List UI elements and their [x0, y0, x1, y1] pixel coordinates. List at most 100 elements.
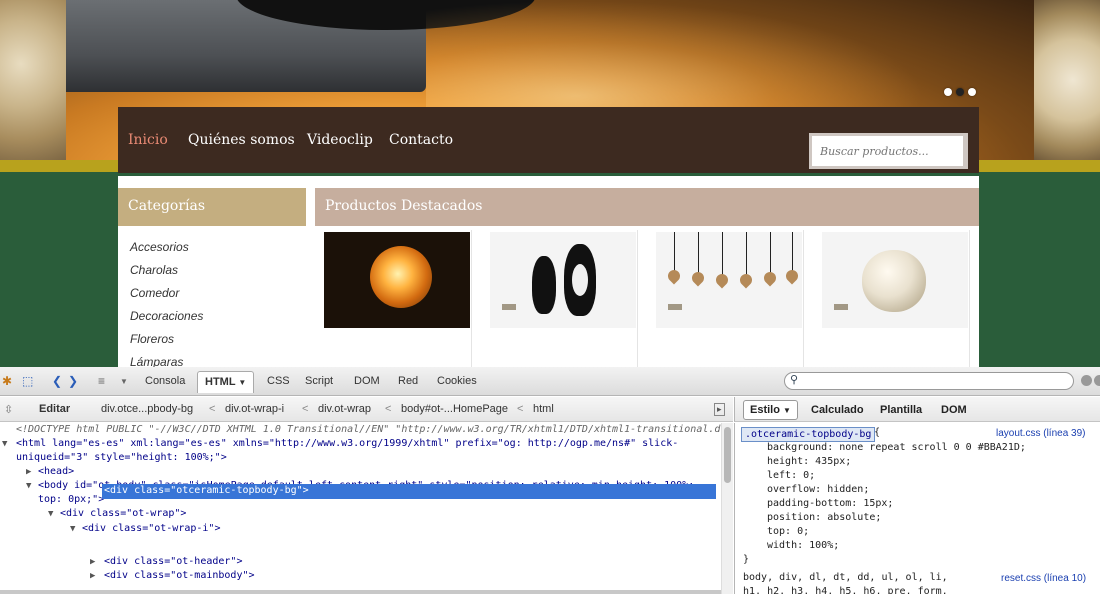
breadcrumb-item[interactable]: body#ot-...HomePage: [401, 403, 508, 415]
side-panel-toggle-icon[interactable]: ▸: [714, 403, 725, 416]
tab-dom-side[interactable]: DOM: [941, 404, 967, 416]
breadcrumb-item[interactable]: div.ot-wrap-i: [225, 403, 284, 415]
selected-node-row[interactable]: ▶ <div class="otceramic-topbody-bg">: [88, 484, 716, 499]
edit-button[interactable]: Editar: [39, 403, 70, 415]
category-item[interactable]: Comedor: [130, 286, 203, 309]
brand-logo-icon: [834, 304, 848, 310]
toggle-expanded-icon[interactable]: ▼: [70, 522, 75, 536]
toggle-expanded-icon[interactable]: ▼: [2, 437, 7, 451]
tab-calculado[interactable]: Calculado: [811, 404, 864, 416]
forward-arrow-icon[interactable]: ❯: [68, 374, 78, 388]
css-source-link[interactable]: reset.css (línea 10): [1001, 573, 1086, 584]
toggle-collapsed-icon[interactable]: ▶: [90, 569, 95, 583]
slider-dot-2[interactable]: [956, 88, 964, 96]
breadcrumb-item[interactable]: div.otce...pbody-bg: [101, 403, 193, 415]
search-icon: ⚲: [790, 374, 799, 386]
slider-dot-3[interactable]: [968, 88, 976, 96]
css-selector-reset-cont[interactable]: h1, h2, h3, h4, h5, h6, pre, form,: [743, 585, 948, 594]
style-panel-toolbar: Estilo ▼ Calculado Plantilla DOM: [734, 397, 1100, 422]
doctype-line: <!DOCTYPE html PUBLIC "-//W3C//DTD XHTML…: [16, 424, 721, 435]
css-property[interactable]: width: 100%;: [767, 539, 839, 553]
breadcrumb-sep: <: [209, 403, 216, 415]
tab-dom[interactable]: DOM: [354, 375, 380, 387]
html-node-line-cont[interactable]: uniqueid="3" style="height: 100%;">: [16, 451, 227, 465]
breadcrumb-item[interactable]: div.ot-wrap: [318, 403, 371, 415]
wrap-i-node-line[interactable]: <div class="ot-wrap-i">: [82, 522, 220, 536]
cord: [674, 232, 675, 272]
category-item[interactable]: Lámparas: [130, 355, 203, 367]
nav-quienes-somos[interactable]: Quiénes somos: [188, 132, 295, 148]
wrap-node-line[interactable]: <div class="ot-wrap">: [60, 507, 186, 521]
minimize-icon[interactable]: [1081, 375, 1092, 386]
topbody-node-line[interactable]: <div class="otceramic-topbody-bg">: [104, 484, 309, 498]
category-item[interactable]: Decoraciones: [130, 309, 203, 332]
tab-css[interactable]: CSS: [267, 375, 290, 387]
breadcrumb-item[interactable]: html: [533, 403, 554, 415]
heart-pendant-icon: [665, 267, 683, 285]
breadcrumb-sep: <: [302, 403, 309, 415]
html-panel-toolbar: ⇳ Editar div.otce...pbody-bg < div.ot-wr…: [0, 397, 733, 422]
featured-products-heading: Productos Destacados: [315, 188, 979, 226]
product-card[interactable]: [818, 230, 970, 367]
mainbody-node-line[interactable]: <div class="ot-mainbody">: [104, 569, 255, 583]
css-property[interactable]: position: absolute;: [767, 511, 881, 525]
toggle-collapsed-icon[interactable]: ▶: [90, 555, 95, 569]
product-image-necklaces[interactable]: [656, 232, 802, 328]
inspect-element-icon[interactable]: ⬚: [22, 374, 33, 388]
toggle-expanded-icon[interactable]: ▼: [26, 479, 31, 493]
expand-toggle-icon[interactable]: ⇳: [4, 403, 13, 416]
category-item[interactable]: Accesorios: [130, 240, 203, 263]
product-card[interactable]: [486, 230, 638, 367]
product-card[interactable]: [652, 230, 804, 367]
tab-consola[interactable]: Consola: [145, 375, 185, 387]
html-vertical-scrollbar[interactable]: [721, 423, 733, 594]
scrollbar-thumb[interactable]: [724, 427, 731, 483]
product-image-lamp[interactable]: [324, 232, 470, 328]
slider-dot-1[interactable]: [944, 88, 952, 96]
css-property[interactable]: padding-bottom: 15px;: [767, 497, 893, 511]
categories-heading: Categorías: [118, 188, 306, 226]
breadcrumb-sep: <: [517, 403, 524, 415]
tab-cookies[interactable]: Cookies: [437, 375, 477, 387]
css-property[interactable]: left: 0;: [767, 469, 815, 483]
toggle-expanded-icon[interactable]: ▼: [48, 507, 53, 521]
cord: [698, 232, 699, 274]
chevron-down-icon: ▼: [238, 378, 247, 387]
css-property[interactable]: height: 435px;: [767, 455, 851, 469]
menu-lines-icon[interactable]: ≡: [98, 374, 105, 388]
tab-red[interactable]: Red: [398, 375, 418, 387]
tab-plantilla[interactable]: Plantilla: [880, 404, 922, 416]
toggle-collapsed-icon[interactable]: ▶: [26, 465, 31, 479]
firebug-devtools: ✱ ⬚ ❮ ❯ ≡ ▼ Consola HTML ▼ CSS Script DO…: [0, 367, 1100, 594]
head-node-line[interactable]: <head>: [38, 465, 74, 479]
product-search-input[interactable]: [812, 136, 963, 166]
css-property[interactable]: background: none repeat scroll 0 0 #BBA2…: [767, 441, 1026, 455]
brand-logo-icon: [668, 304, 682, 310]
tab-script[interactable]: Script: [305, 375, 333, 387]
product-image-apple[interactable]: [822, 232, 968, 328]
back-arrow-icon[interactable]: ❮: [52, 374, 62, 388]
css-property[interactable]: overflow: hidden;: [767, 483, 869, 497]
nav-inicio[interactable]: Inicio: [128, 132, 168, 148]
nav-videoclip[interactable]: Videoclip: [307, 132, 373, 148]
chevron-down-icon: ▼: [783, 406, 791, 415]
firebug-bug-icon[interactable]: ✱: [2, 374, 12, 388]
tab-html[interactable]: HTML ▼: [197, 371, 255, 393]
css-property[interactable]: top: 0;: [767, 525, 809, 539]
html-node-line[interactable]: <html lang="es-es" xml:lang="es-es" xmln…: [16, 437, 678, 451]
header-node-line[interactable]: <div class="ot-header">: [104, 555, 242, 569]
devtools-search-input[interactable]: [784, 372, 1074, 390]
tab-estilo[interactable]: Estilo ▼: [743, 400, 798, 420]
toggle-collapsed-icon[interactable]: ▶: [88, 484, 95, 498]
category-item[interactable]: Charolas: [130, 263, 203, 286]
product-image-penguins[interactable]: [490, 232, 636, 328]
close-icon[interactable]: [1094, 375, 1100, 386]
css-selector[interactable]: .otceramic-topbody-bg: [741, 427, 876, 442]
nav-contacto[interactable]: Contacto: [389, 132, 453, 148]
css-selector-reset[interactable]: body, div, dl, dt, dd, ul, ol, li,: [743, 571, 948, 585]
category-item[interactable]: Floreros: [130, 332, 203, 355]
chevron-down-icon[interactable]: ▼: [120, 377, 128, 386]
css-source-link[interactable]: layout.css (línea 39): [996, 428, 1086, 439]
html-horizontal-scrollbar[interactable]: [0, 590, 721, 594]
product-card[interactable]: [320, 230, 472, 367]
